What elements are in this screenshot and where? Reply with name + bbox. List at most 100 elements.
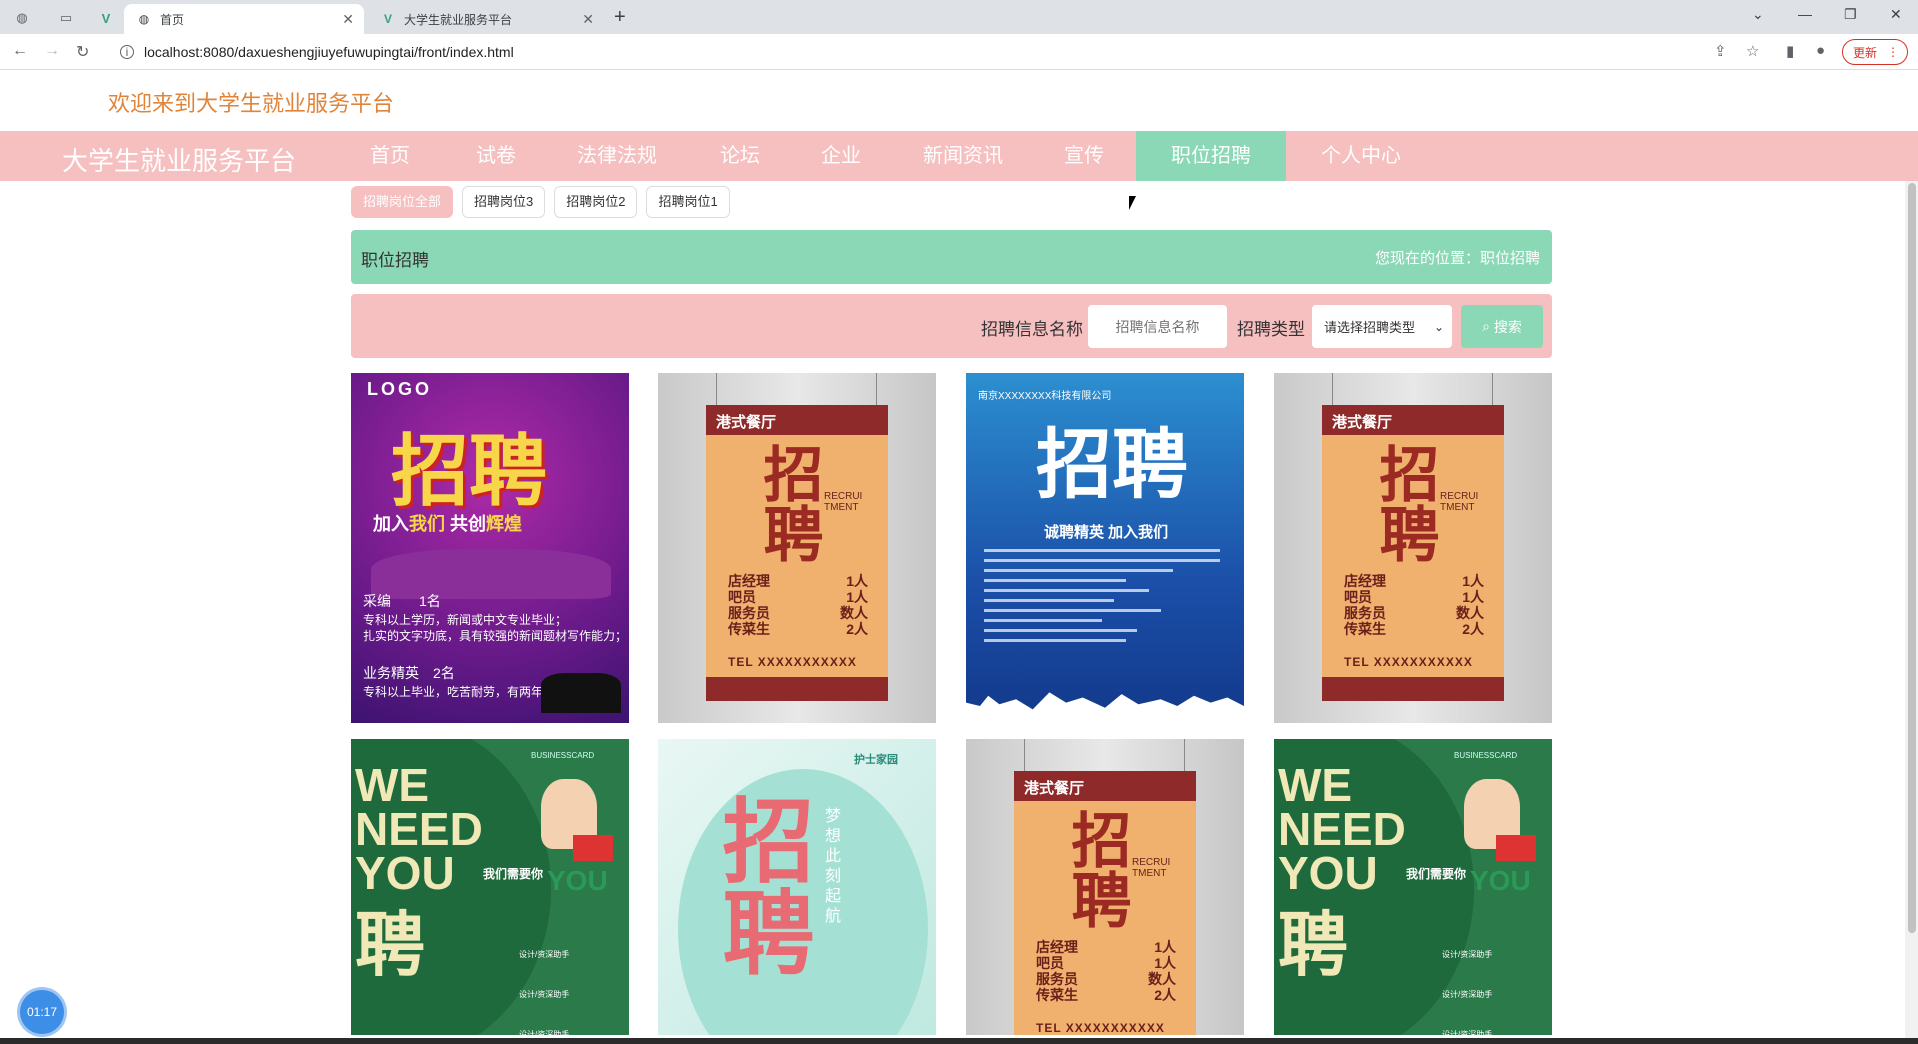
nav-promo[interactable]: 宣传 xyxy=(1034,131,1134,181)
restore-button[interactable]: ❐ xyxy=(1844,6,1857,23)
hanging-string xyxy=(1492,373,1493,405)
search-button[interactable]: ⌕ 搜索 xyxy=(1461,305,1543,348)
chevron-down-icon: ⌄ xyxy=(1433,319,1444,334)
tab-mini-icon[interactable]: ▭ xyxy=(52,6,80,30)
job-card-8[interactable]: BUSINESSCARD WE NEED YOU 我们需要你 YOU 聘 设计/… xyxy=(1274,739,1552,1035)
job-card-7[interactable]: 港式餐厅 招聘 RECRUI TMENT 店经理 1人 吧员 1人 服务员 数人 传菜… xyxy=(966,739,1244,1035)
new-tab-button[interactable]: + xyxy=(614,6,626,29)
poster-need: 我们需要你 xyxy=(483,867,544,881)
poster-line: 采编 1名 xyxy=(363,593,441,609)
tab-all-jobs[interactable]: 招聘岗位全部 xyxy=(351,186,454,218)
page-title: 职位招聘 xyxy=(361,251,429,270)
tab-platform[interactable]: V 大学生就业服务平台 ✕ xyxy=(368,4,604,34)
minimize-button[interactable]: — xyxy=(1798,6,1812,22)
search-button-label: 搜索 xyxy=(1493,318,1522,335)
hanging-string xyxy=(1184,739,1185,771)
forward-icon[interactable]: → xyxy=(44,42,60,60)
breadcrumb: 职位招聘 您现在的位置：职位招聘 xyxy=(351,230,1552,284)
page-scrollbar[interactable] xyxy=(1905,181,1918,1044)
update-label: 更新 xyxy=(1853,45,1878,60)
poster-line: 业务精英 2名 xyxy=(363,665,455,681)
tab-job-1[interactable]: 招聘岗位1 xyxy=(646,186,730,218)
search-icon: ⌕ xyxy=(1482,318,1490,334)
url-text: localhost:8080/daxueshengjiuyefuwupingta… xyxy=(144,44,514,60)
job-card-6[interactable]: 护士家园 招聘 梦想此刻起航 xyxy=(658,739,936,1035)
scrollbar-thumb[interactable] xyxy=(1908,183,1916,933)
taskbar-edge xyxy=(0,1038,1918,1044)
tab-home[interactable]: ◍ 首页 ✕ xyxy=(124,4,364,34)
poster-brand: 护士家园 xyxy=(854,754,898,766)
poster-headline: 招聘 xyxy=(1371,443,1438,563)
poster-recruit: RECRUI TMENT xyxy=(1132,857,1171,879)
nav-jobs[interactable]: 职位招聘 xyxy=(1136,131,1286,181)
job-card-2[interactable]: 港式餐厅 招聘 RECRUI TMENT 店经理 1人 吧员 1人 服务员 数人 传菜… xyxy=(658,373,936,723)
poster-logo: LOGO xyxy=(367,379,432,399)
site-title: 大学生就业服务平台 xyxy=(62,146,297,176)
type-select-value: 请选择招聘类型 xyxy=(1324,320,1416,335)
poster-jobs: 设计/资深助手 设计/资深助手 设计/资深助手 xyxy=(1442,950,1493,1035)
update-button[interactable]: 更新 ⋮ xyxy=(1842,39,1908,65)
nav-company[interactable]: 企业 xyxy=(791,131,891,181)
poster-headline: 招聘 xyxy=(709,793,811,977)
poster-headline: WE NEED YOU xyxy=(355,759,483,899)
poster-tel: TEL XXXXXXXXXXX xyxy=(728,655,857,669)
cartoon-cape xyxy=(573,835,613,861)
poster-sheet: 港式餐厅 招聘 RECRUI TMENT 店经理 1人 吧员 1人 服务员 数人 传菜… xyxy=(1322,405,1504,701)
job-card-4[interactable]: 港式餐厅 招聘 RECRUI TMENT 店经理 1人 吧员 1人 服务员 数人 传菜… xyxy=(1274,373,1552,723)
search-bar: 招聘信息名称 招聘类型 请选择招聘类型 ⌄ ⌕ 搜索 xyxy=(351,294,1552,358)
poster-headline: 招聘 xyxy=(1063,809,1130,929)
job-category-tabs: 招聘岗位全部 招聘岗位3 招聘岗位2 招聘岗位1 xyxy=(351,186,730,218)
back-icon[interactable]: ← xyxy=(12,42,28,60)
nav-news[interactable]: 新闻资讯 xyxy=(906,131,1020,181)
nav-home[interactable]: 首页 xyxy=(340,131,440,181)
poster-you: YOU xyxy=(1470,865,1531,896)
tab-job-2[interactable]: 招聘岗位2 xyxy=(554,186,638,218)
url-field[interactable]: i localhost:8080/daxueshengjiuyefuwuping… xyxy=(108,38,1708,66)
poster-footer xyxy=(706,677,888,701)
tab-job-3[interactable]: 招聘岗位3 xyxy=(462,186,546,218)
nav-profile[interactable]: 个人中心 xyxy=(1300,131,1422,181)
hanging-string xyxy=(716,373,717,405)
poster-recruit: RECRUI TMENT xyxy=(1440,491,1479,513)
name-input[interactable] xyxy=(1088,305,1227,348)
browser-tabbar: ◍ ▭ V ◍ 首页 ✕ V 大学生就业服务平台 ✕ + ⌄ — ❐ ✕ xyxy=(0,0,1918,34)
hanging-string xyxy=(876,373,877,405)
role-list: 店经理 1人 吧员 1人 服务员 数人 传菜生 2人 xyxy=(1036,939,1176,1003)
globe-icon[interactable]: ◍ xyxy=(8,6,36,30)
poster-line: 扎实的文字功底，具有较强的新闻题材写作能力； xyxy=(363,629,628,643)
sidepanel-icon[interactable]: ▮ xyxy=(1786,42,1794,60)
profile-icon[interactable]: ● xyxy=(1816,42,1825,59)
job-card-3[interactable]: 南京XXXXXXXX科技有限公司 招聘 诚聘精英 加入我们 xyxy=(966,373,1244,723)
tab-title: 首页 xyxy=(160,12,185,27)
poster-headline: 招聘 xyxy=(1036,423,1188,508)
info-icon[interactable]: i xyxy=(120,45,134,59)
timer-badge[interactable]: 01:17 xyxy=(20,990,64,1034)
type-select[interactable]: 请选择招聘类型 ⌄ xyxy=(1312,305,1452,348)
nav-forum[interactable]: 论坛 xyxy=(690,131,790,181)
job-card-5[interactable]: BUSINESSCARD WE NEED YOU 我们需要你 YOU 聘 设计/… xyxy=(351,739,629,1035)
window-close-button[interactable]: ✕ xyxy=(1890,6,1902,23)
poster-tel: TEL XXXXXXXXXXX xyxy=(1036,1021,1165,1035)
vue-icon[interactable]: V xyxy=(92,6,120,30)
poster-pin: 聘 xyxy=(355,906,425,984)
poster-line: 专科以上学历，新闻或中文专业毕业； xyxy=(363,613,568,627)
poster-contact: Contact Us! xyxy=(1324,993,1414,1010)
close-icon[interactable]: ✕ xyxy=(342,11,354,28)
job-card-1[interactable]: LOGO 招聘 加入我们 共创辉煌 采编 1名 专科以上学历，新闻或中文专业毕业… xyxy=(351,373,629,723)
poster-brand: BUSINESSCARD xyxy=(531,751,595,760)
chevron-down-icon[interactable]: ⌄ xyxy=(1752,6,1764,23)
poster-header: 南京XXXXXXXX科技有限公司 xyxy=(978,391,1112,402)
poster-slogan: 梦想此刻起航 xyxy=(822,807,839,927)
poster-body xyxy=(984,549,1220,649)
close-icon[interactable]: ✕ xyxy=(582,11,594,28)
reload-icon[interactable]: ↻ xyxy=(76,42,89,62)
nav-exam[interactable]: 试卷 xyxy=(446,131,546,181)
nav-law[interactable]: 法律法规 xyxy=(560,131,674,181)
poster-sheet: 港式餐厅 招聘 RECRUI TMENT 店经理 1人 吧员 1人 服务员 数人 传菜… xyxy=(706,405,888,701)
location-text: 您现在的位置：职位招聘 xyxy=(1374,250,1540,267)
share-icon[interactable]: ⇪ xyxy=(1714,42,1727,60)
tab-title: 大学生就业服务平台 xyxy=(404,12,513,27)
poster-slogan: 加入我们 共创辉煌 xyxy=(373,514,523,534)
poster-you: YOU xyxy=(547,865,608,896)
star-icon[interactable]: ☆ xyxy=(1746,42,1759,60)
